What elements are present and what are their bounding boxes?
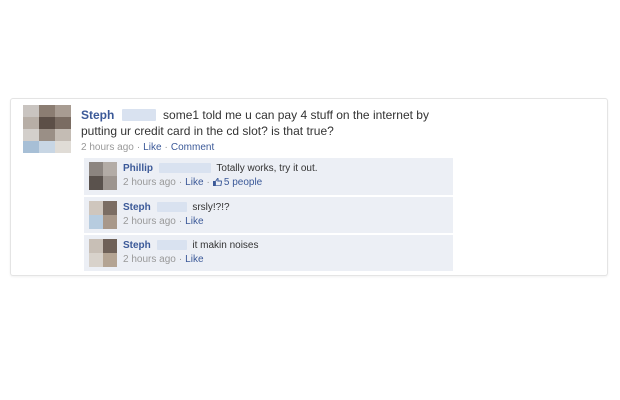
comment-avatar[interactable] (89, 162, 117, 190)
post-meta: 2 hours ago · Like · Comment (81, 142, 215, 153)
comment-likes-text: 5 people (223, 177, 263, 188)
post-body: Steph some1 told me u can pay 4 stuff on… (81, 107, 581, 139)
comment-meta: 2 hours ago · Like (123, 216, 204, 227)
comment-meta: 2 hours ago · Like (123, 254, 204, 265)
comment-text: it makin noises (192, 240, 259, 251)
post-text-line1: some1 told me u can pay 4 stuff on the i… (163, 108, 429, 122)
comment-timestamp[interactable]: 2 hours ago (123, 254, 176, 265)
redacted-surname (156, 202, 187, 212)
comment-text-row: Steph srsly!?!? (123, 201, 230, 214)
comment-text-row: Phillip Totally works, try it out. (123, 162, 318, 175)
comment-item: Steph srsly!?!? 2 hours ago · Like (84, 196, 453, 233)
comment-like-link[interactable]: Like (185, 177, 203, 188)
comment-avatar[interactable] (89, 239, 117, 267)
redacted-surname (158, 163, 211, 173)
comment-item: Phillip Totally works, try it out. 2 hou… (84, 158, 453, 195)
thumbs-up-icon (212, 178, 222, 186)
comment-likes-count[interactable]: 5 people (212, 177, 263, 188)
comment-like-link[interactable]: Like (185, 216, 203, 227)
comment-author-link[interactable]: Phillip (123, 163, 153, 174)
post-author-link[interactable]: Steph (81, 108, 114, 122)
comment-author-link[interactable]: Steph (123, 202, 151, 213)
comment-meta: 2 hours ago · Like · 5 people (123, 177, 263, 188)
post-avatar[interactable] (23, 105, 71, 153)
post-text-line2: putting ur credit card in the cd slot? i… (81, 124, 334, 138)
comment-item: Steph it makin noises 2 hours ago · Like (84, 234, 453, 271)
comment-text: srsly!?!? (192, 202, 230, 213)
redacted-surname (121, 109, 156, 121)
feed-story: Steph some1 told me u can pay 4 stuff on… (10, 98, 608, 276)
comment-author-link[interactable]: Steph (123, 240, 151, 251)
comment-avatar[interactable] (89, 201, 117, 229)
comment-text: Totally works, try it out. (216, 163, 318, 174)
redacted-surname (156, 240, 187, 250)
post-comment-link[interactable]: Comment (171, 142, 214, 153)
post-like-link[interactable]: Like (143, 142, 161, 153)
comment-like-link[interactable]: Like (185, 254, 203, 265)
comment-timestamp[interactable]: 2 hours ago (123, 177, 176, 188)
comment-text-row: Steph it makin noises (123, 239, 258, 252)
post-timestamp[interactable]: 2 hours ago (81, 142, 134, 153)
comment-timestamp[interactable]: 2 hours ago (123, 216, 176, 227)
